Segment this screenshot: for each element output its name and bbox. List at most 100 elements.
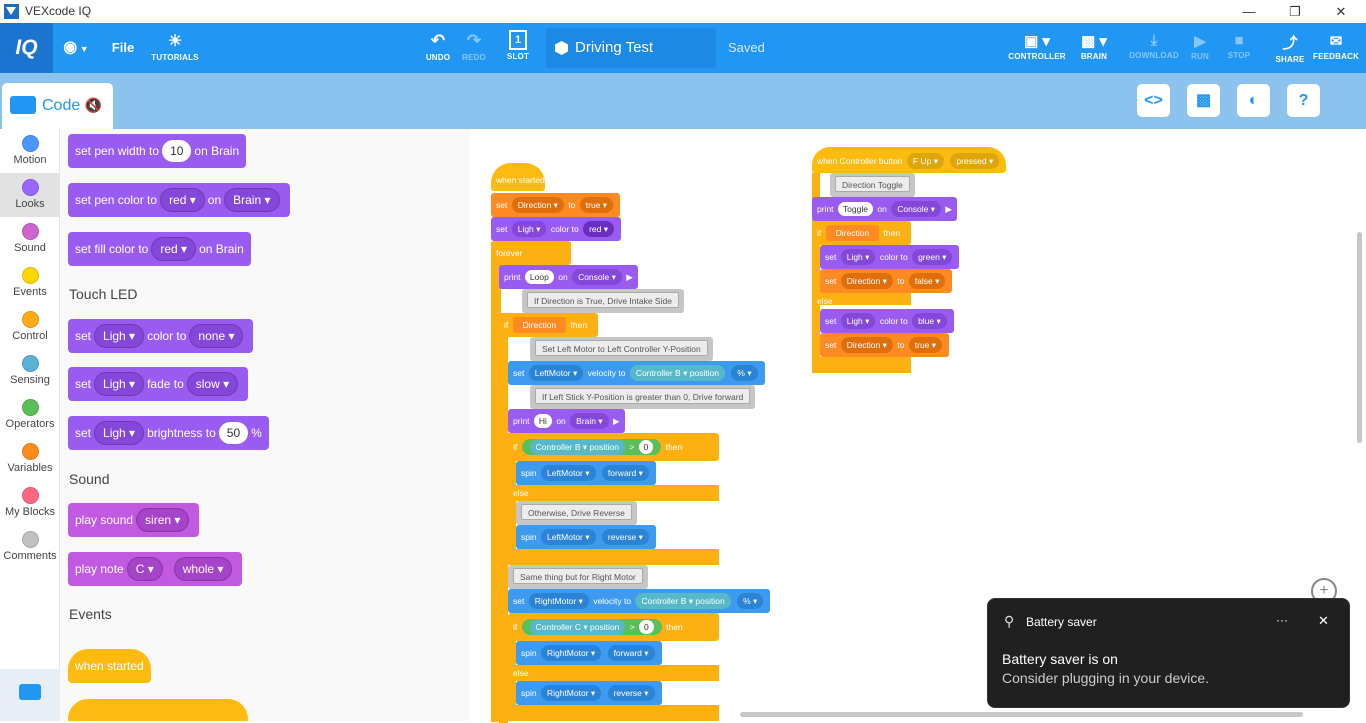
code-tab[interactable]: Code 🔇 bbox=[2, 83, 113, 129]
controller-button[interactable]: ▣ ▾ CONTROLLER bbox=[1008, 32, 1066, 61]
block-set-pen-color[interactable]: set pen color to red ▾ on Brain ▾ bbox=[68, 183, 290, 217]
category-control[interactable]: Control bbox=[0, 305, 60, 349]
ws-forever[interactable]: forever bbox=[491, 241, 571, 265]
run-button[interactable]: ▶ RUN bbox=[1186, 32, 1214, 61]
maximize-button[interactable]: ❐ bbox=[1272, 0, 1318, 23]
ws-print-toggle[interactable]: print Toggle on Console ▾ ▶ bbox=[812, 197, 957, 221]
block-set-led-fade[interactable]: set Ligh ▾ fade to slow ▾ bbox=[68, 367, 249, 401]
category-variables[interactable]: Variables bbox=[0, 437, 60, 481]
project-name-field[interactable]: Driving Test bbox=[546, 28, 716, 68]
block-text: on Brain bbox=[194, 144, 240, 158]
led-dropdown[interactable]: Ligh ▾ bbox=[94, 421, 145, 445]
redo-button[interactable]: ↷ REDO bbox=[458, 31, 490, 62]
ws-set-direction-true[interactable]: set Direction ▾ to true ▾ bbox=[491, 193, 621, 217]
toast-close-button[interactable]: ✕ bbox=[1318, 613, 1329, 629]
ws-print-loop[interactable]: print Loop on Console ▾ ▶ bbox=[499, 265, 638, 289]
dashboard-button[interactable]: ◐ bbox=[1237, 84, 1270, 117]
ws-comment-3[interactable]: If Left Stick Y-Position is greater than… bbox=[530, 385, 756, 409]
minimize-button[interactable]: — bbox=[1226, 0, 1272, 23]
ws-comment-6[interactable]: Direction Toggle bbox=[830, 173, 915, 197]
led-dropdown[interactable]: Ligh ▾ bbox=[94, 372, 145, 396]
brain-button[interactable]: ▩ ▾ BRAIN bbox=[1070, 32, 1118, 61]
brightness-input[interactable]: 50 bbox=[218, 422, 249, 444]
pen-color-dropdown[interactable]: red ▾ bbox=[160, 188, 205, 212]
ws-comment-5[interactable]: Same thing but for Right Motor bbox=[508, 565, 648, 589]
category-looks[interactable]: Looks bbox=[0, 173, 60, 217]
ws-set-led-green[interactable]: set Ligh ▾ color to green ▾ bbox=[820, 245, 960, 269]
ws-spin-right-reverse[interactable]: spin RightMotor ▾ reverse ▾ bbox=[516, 681, 662, 705]
share-label: SHARE bbox=[1275, 55, 1305, 64]
category-sensing[interactable]: Sensing bbox=[0, 349, 60, 393]
category-sound[interactable]: Sound bbox=[0, 217, 60, 261]
ws-set-direction-true-2[interactable]: set Direction ▾ to true ▾ bbox=[820, 333, 950, 357]
sound-dot-icon bbox=[21, 223, 39, 240]
pen-width-input[interactable]: 10 bbox=[162, 140, 192, 162]
duration-dropdown[interactable]: whole ▾ bbox=[173, 557, 233, 581]
fade-dropdown[interactable]: slow ▾ bbox=[186, 372, 239, 396]
ws-spin-left-forward[interactable]: spin LeftMotor ▾ forward ▾ bbox=[516, 461, 656, 485]
block-set-led-brightness[interactable]: set Ligh ▾ brightness to 50% bbox=[68, 416, 269, 450]
block-when-event[interactable] bbox=[68, 699, 248, 721]
close-window-button[interactable]: ✕ bbox=[1318, 0, 1364, 23]
ws-when-controller-button[interactable]: when Controller button F Up ▾ pressed ▾ bbox=[812, 147, 1007, 173]
code-brackets-icon: <> bbox=[1144, 92, 1163, 109]
window-title: VEXcode IQ bbox=[25, 4, 92, 18]
stop-icon: ■ bbox=[1234, 32, 1244, 49]
led-dropdown[interactable]: Ligh ▾ bbox=[94, 324, 145, 348]
ws-when-started[interactable]: when started bbox=[491, 163, 545, 191]
undo-button[interactable]: ↶ UNDO bbox=[422, 31, 454, 62]
ws-if-direction[interactable]: if Direction then bbox=[499, 313, 598, 337]
block-play-sound[interactable]: play sound siren ▾ bbox=[68, 503, 200, 537]
ws-set-direction-false[interactable]: set Direction ▾ to false ▾ bbox=[820, 269, 953, 293]
slot-button[interactable]: 1 SLOT bbox=[502, 30, 534, 61]
ws-else-3: else bbox=[817, 296, 833, 306]
toast-body: Consider plugging in your device. bbox=[1002, 670, 1210, 686]
category-operators[interactable]: Operators bbox=[0, 393, 60, 437]
ws-set-right-velocity[interactable]: set RightMotor ▾ velocity to Controller … bbox=[508, 589, 771, 613]
note-dropdown[interactable]: C ▾ bbox=[126, 557, 163, 581]
block-set-fill-color[interactable]: set fill color to red ▾ on Brain bbox=[68, 232, 251, 266]
undo-icon: ↶ bbox=[430, 31, 446, 50]
ws-comment-4[interactable]: Otherwise, Drive Reverse bbox=[516, 501, 637, 525]
brain-dropdown[interactable]: Brain ▾ bbox=[224, 188, 280, 212]
feedback-button[interactable]: ✉ FEEDBACK bbox=[1313, 32, 1359, 61]
led-color-dropdown[interactable]: none ▾ bbox=[189, 324, 244, 348]
else-arm-1 bbox=[508, 485, 719, 501]
code-viewer-button[interactable]: <> bbox=[1137, 84, 1170, 117]
stop-button[interactable]: ■ STOP bbox=[1224, 32, 1254, 60]
ws-set-led-blue[interactable]: set Ligh ▾ color to blue ▾ bbox=[820, 309, 954, 333]
download-button[interactable]: ⤓ DOWNLOAD bbox=[1128, 32, 1180, 60]
block-play-note[interactable]: play note C ▾ whole ▾ bbox=[68, 552, 243, 586]
help-button[interactable]: ? bbox=[1287, 84, 1320, 117]
file-menu[interactable]: File bbox=[108, 40, 138, 55]
ws-spin-right-forward[interactable]: spin RightMotor ▾ forward ▾ bbox=[516, 641, 662, 665]
ws-set-led-red[interactable]: set Ligh ▾ color to red ▾ bbox=[491, 217, 621, 241]
ws-set-left-velocity[interactable]: set LeftMotor ▾ velocity to Controller B… bbox=[508, 361, 765, 385]
ws-if-direction-2[interactable]: if Direction then bbox=[812, 221, 911, 245]
sound-dropdown[interactable]: siren ▾ bbox=[136, 508, 190, 532]
fill-color-dropdown[interactable]: red ▾ bbox=[151, 237, 197, 261]
share-button[interactable]: ⤴ SHARE bbox=[1272, 32, 1308, 64]
ws-if-left-stick[interactable]: if Controller B ▾ position > 0 then bbox=[508, 433, 719, 461]
tutorials-button[interactable]: ☀ TUTORIALS bbox=[150, 31, 200, 62]
workspace-horizontal-scrollbar[interactable] bbox=[740, 712, 1303, 717]
category-my-blocks[interactable]: My Blocks bbox=[0, 481, 60, 525]
block-set-pen-width[interactable]: set pen width to 10 on Brain bbox=[68, 134, 247, 168]
devices-button[interactable]: ▩ bbox=[1187, 84, 1220, 117]
ws-if-right-stick[interactable]: if Controller C ▾ position > 0 then bbox=[508, 613, 719, 641]
category-events[interactable]: Events bbox=[0, 261, 60, 305]
workspace-vertical-scrollbar[interactable] bbox=[1357, 232, 1362, 443]
block-when-started[interactable]: when started bbox=[68, 649, 151, 683]
slot-icon: 1 bbox=[509, 30, 527, 50]
extensions-button[interactable] bbox=[0, 669, 60, 721]
language-button[interactable]: ◉ ▼ bbox=[58, 37, 94, 57]
category-motion[interactable]: Motion bbox=[0, 129, 60, 173]
ws-comment-2[interactable]: Set Left Motor to Left Controller Y-Posi… bbox=[530, 337, 713, 361]
category-label: Variables bbox=[7, 462, 53, 474]
block-set-led-color[interactable]: set Ligh ▾ color to none ▾ bbox=[68, 319, 254, 353]
more-options-button[interactable]: ··· bbox=[1276, 613, 1288, 627]
category-comments[interactable]: Comments bbox=[0, 525, 60, 569]
ws-print-hi[interactable]: print Hi on Brain ▾ ▶ bbox=[508, 409, 625, 433]
ws-comment-1[interactable]: If Direction is True, Drive Intake Side bbox=[522, 289, 684, 313]
ws-spin-left-reverse[interactable]: spin LeftMotor ▾ reverse ▾ bbox=[516, 525, 656, 549]
